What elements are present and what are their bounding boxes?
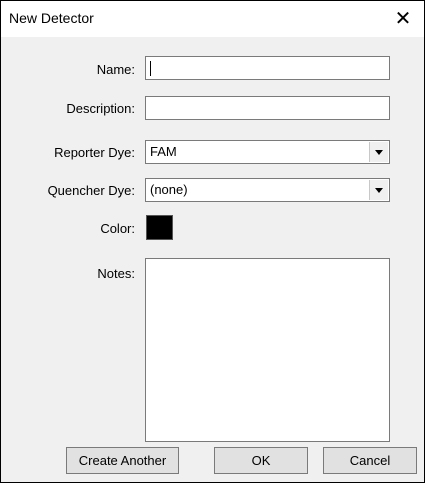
notes-label: Notes: [97, 266, 135, 281]
quencher-dye-label: Quencher Dye: [47, 183, 135, 198]
quencher-dye-value: (none) [150, 182, 188, 197]
reporter-dye-label: Reporter Dye: [54, 145, 135, 160]
close-icon[interactable]: ✕ [388, 4, 418, 34]
ok-button[interactable]: OK [214, 447, 308, 474]
cancel-button[interactable]: Cancel [323, 447, 417, 474]
reporter-dye-value: FAM [150, 144, 177, 159]
quencher-dye-select[interactable]: (none) [145, 178, 390, 202]
description-label: Description: [66, 101, 135, 116]
create-another-button[interactable]: Create Another [66, 447, 179, 474]
text-caret [150, 61, 151, 77]
color-swatch-button[interactable] [146, 215, 173, 240]
new-detector-dialog: New Detector ✕ Name: Description: Report… [0, 0, 425, 483]
reporter-dye-select[interactable]: FAM [145, 140, 390, 164]
name-label: Name: [96, 62, 135, 77]
chevron-down-icon[interactable] [369, 180, 388, 200]
dialog-title: New Detector [9, 10, 94, 26]
description-field[interactable] [145, 96, 390, 120]
title-bar: New Detector ✕ [1, 1, 424, 37]
chevron-down-icon[interactable] [369, 142, 388, 162]
notes-textarea[interactable] [145, 258, 390, 442]
name-field[interactable] [145, 56, 390, 80]
color-label: Color: [100, 221, 135, 236]
